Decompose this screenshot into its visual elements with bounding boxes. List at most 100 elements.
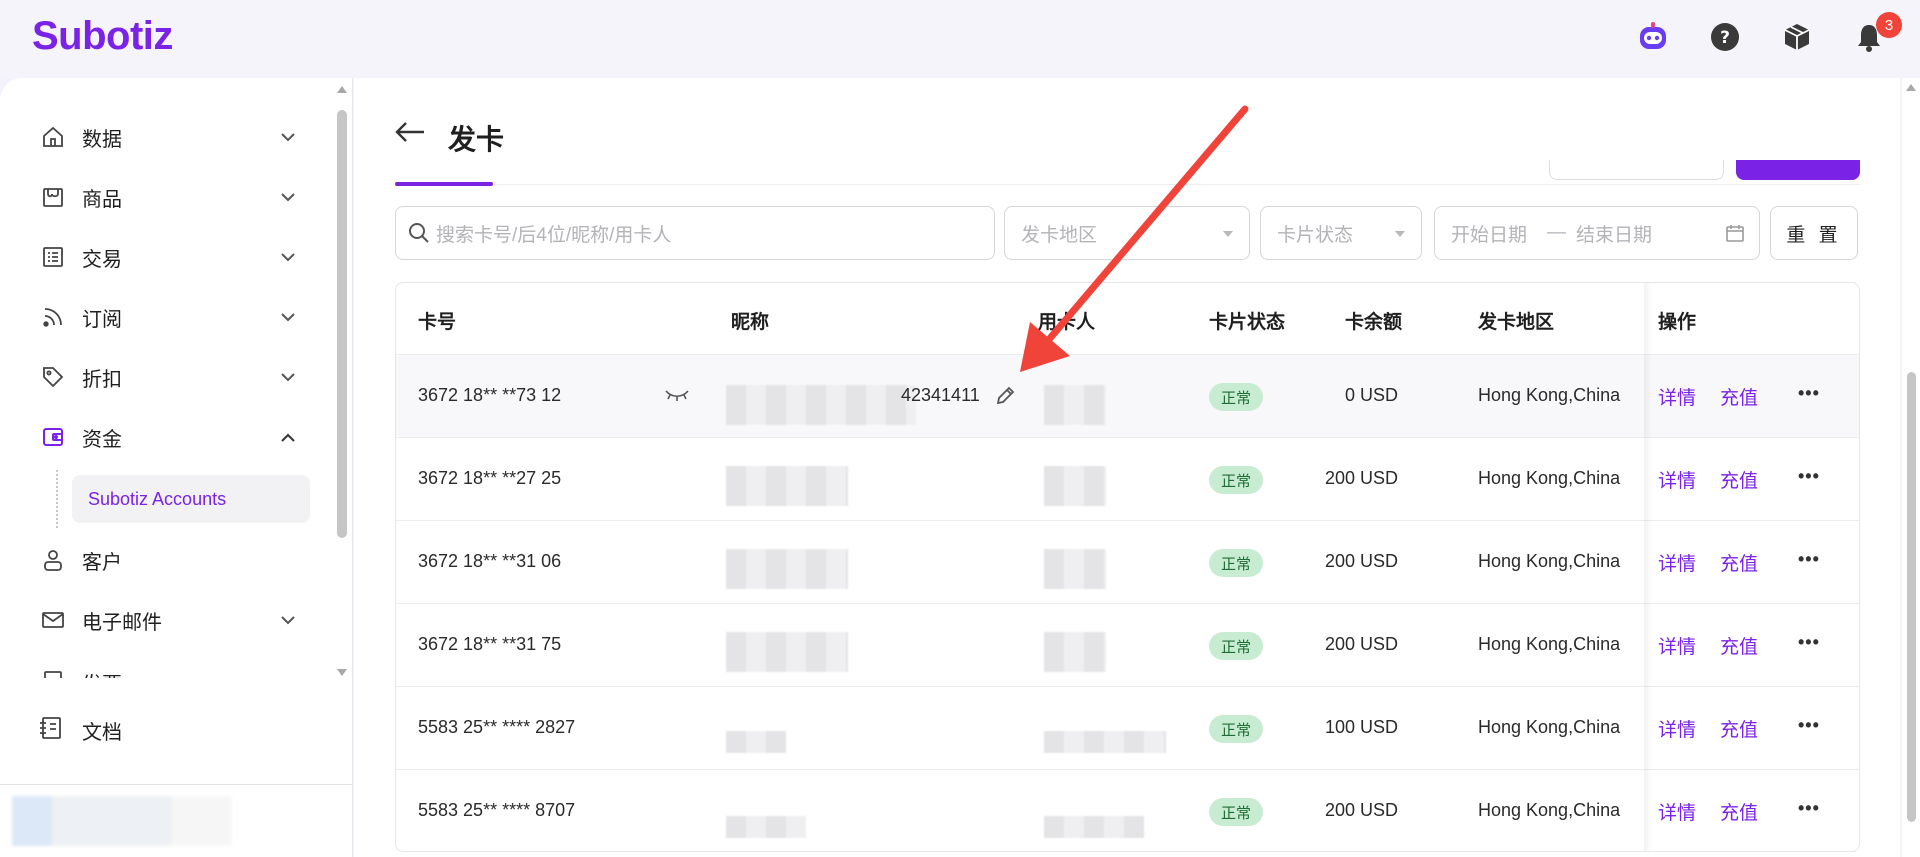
detail-link[interactable]: 详情 xyxy=(1658,798,1696,825)
scrollbar-thumb[interactable] xyxy=(1907,372,1916,822)
eye-off-icon[interactable] xyxy=(664,387,690,408)
blurred-nickname xyxy=(726,466,848,506)
back-arrow-icon[interactable] xyxy=(394,120,426,149)
recharge-link[interactable]: 充值 xyxy=(1720,715,1758,742)
more-icon[interactable]: ••• xyxy=(1798,715,1820,736)
table-header: 卡号 昵称 用卡人 卡片状态 卡余额 发卡地区 操作 xyxy=(396,283,1859,355)
tree-line xyxy=(56,470,58,528)
store-icon xyxy=(38,182,68,212)
status-badge: 正常 xyxy=(1209,549,1263,577)
sidebar-item-customers[interactable]: 客户 xyxy=(38,540,298,580)
header-secondary-button[interactable] xyxy=(1549,160,1724,180)
recharge-link[interactable]: 充值 xyxy=(1720,549,1758,576)
more-icon[interactable]: ••• xyxy=(1798,798,1820,819)
table-row[interactable]: 5583 25** **** 8707 正常 200 USD Hong Kong… xyxy=(396,770,1859,851)
header-nickname: 昵称 xyxy=(731,312,770,333)
sidebar-item-products[interactable]: 商品 xyxy=(38,177,298,217)
region-select[interactable]: 发卡地区 xyxy=(1004,206,1250,260)
chevron-down-icon xyxy=(278,307,298,327)
header-balance: 卡余额 xyxy=(1345,312,1403,333)
page-scrollbar[interactable] xyxy=(1902,78,1920,857)
sidebar-item-transactions[interactable]: 交易 xyxy=(38,237,298,277)
region: Hong Kong,China xyxy=(1478,717,1621,737)
nickname-tail: 42341411 xyxy=(901,385,980,405)
sidebar-item-subscriptions[interactable]: 订阅 xyxy=(38,297,298,337)
sidebar-item-subotiz-accounts[interactable]: Subotiz Accounts xyxy=(72,475,310,523)
end-date-input[interactable]: 结束日期 xyxy=(1576,220,1652,247)
sidebar-nav: 数据 商品 交易 订阅 折扣 资金 Subotiz Accounts 客户 电子… xyxy=(0,78,332,678)
header-region: 发卡地区 xyxy=(1478,312,1555,333)
detail-link[interactable]: 详情 xyxy=(1658,466,1696,493)
chevron-down-icon xyxy=(278,247,298,267)
svg-text:?: ? xyxy=(1720,28,1730,48)
sidebar-item-email[interactable]: 电子邮件 xyxy=(38,600,298,640)
main-content: 发卡 搜索卡号/后4位/昵称/用卡人 发卡地区 卡片状态 开始日期 — 结束日期… xyxy=(354,78,1900,857)
bot-icon[interactable] xyxy=(1636,20,1670,54)
sidebar-item-discounts[interactable]: 折扣 xyxy=(38,357,298,397)
region: Hong Kong,China xyxy=(1478,800,1621,820)
table-row[interactable]: 3672 18** **31 06 正常 200 USD Hong Kong,C… xyxy=(396,521,1859,604)
help-icon[interactable]: ? xyxy=(1708,20,1742,54)
balance: 200 USD xyxy=(1324,551,1398,571)
package-icon[interactable] xyxy=(1780,20,1814,54)
more-icon[interactable]: ••• xyxy=(1798,632,1820,653)
rss-icon xyxy=(38,302,68,332)
more-icon[interactable]: ••• xyxy=(1798,466,1820,487)
search-icon xyxy=(408,222,430,244)
detail-link[interactable]: 详情 xyxy=(1658,715,1696,742)
status-badge: 正常 xyxy=(1209,798,1263,826)
status-badge: 正常 xyxy=(1209,715,1263,743)
table-row[interactable]: 5583 25** **** 2827 正常 100 USD Hong Kong… xyxy=(396,687,1859,770)
card-number: 5583 25** **** 8707 xyxy=(418,800,576,820)
chevron-down-icon xyxy=(278,672,298,678)
more-icon[interactable]: ••• xyxy=(1798,549,1820,570)
start-date-input[interactable]: 开始日期 xyxy=(1451,220,1527,247)
home-icon xyxy=(38,122,68,152)
sidebar-item-invoices[interactable]: 发票 xyxy=(38,662,298,678)
blurred-holder xyxy=(1044,549,1106,589)
scrollbar-thumb[interactable] xyxy=(337,110,347,538)
reset-button[interactable]: 重 置 xyxy=(1770,206,1858,260)
recharge-link[interactable]: 充值 xyxy=(1720,383,1758,410)
recharge-link[interactable]: 充值 xyxy=(1720,466,1758,493)
table-row[interactable]: 3672 18** **73 12 42341411 正常 0 USD Hong… xyxy=(396,355,1859,438)
sidebar-scrollbar[interactable] xyxy=(334,84,350,684)
invoice-icon xyxy=(38,667,68,678)
detail-link[interactable]: 详情 xyxy=(1658,549,1696,576)
recharge-link[interactable]: 充值 xyxy=(1720,798,1758,825)
region: Hong Kong,China xyxy=(1478,634,1621,654)
docs-label: 文档 xyxy=(82,721,122,744)
table-row[interactable]: 3672 18** **27 25 正常 200 USD Hong Kong,C… xyxy=(396,438,1859,521)
date-range-picker[interactable]: 开始日期 — 结束日期 xyxy=(1434,206,1760,260)
detail-link[interactable]: 详情 xyxy=(1658,383,1696,410)
calendar-icon xyxy=(1725,223,1745,243)
sidebar-item-label: 资金 xyxy=(82,428,122,451)
detail-link[interactable]: 详情 xyxy=(1658,632,1696,659)
mail-icon xyxy=(38,605,68,635)
sidebar-item-funds[interactable]: 资金 xyxy=(38,417,298,457)
more-icon[interactable]: ••• xyxy=(1798,383,1820,404)
sidebar-item-label: 发票 xyxy=(82,668,122,679)
sidebar-item-label: 交易 xyxy=(82,248,122,271)
logo[interactable]: Subotiz xyxy=(32,14,173,59)
date-separator: — xyxy=(1547,222,1567,243)
avatar[interactable] xyxy=(12,796,232,846)
region: Hong Kong,China xyxy=(1478,385,1621,405)
blurred-nickname xyxy=(726,632,848,672)
cards-table: 卡号 昵称 用卡人 卡片状态 卡余额 发卡地区 操作 3672 18** **7… xyxy=(395,282,1860,852)
blurred-nickname xyxy=(726,385,916,425)
balance: 0 USD xyxy=(1344,385,1398,405)
status-select[interactable]: 卡片状态 xyxy=(1260,206,1422,260)
card-number: 3672 18** **31 75 xyxy=(418,634,562,654)
top-bar: Subotiz ? 3 xyxy=(0,0,1920,78)
edit-icon[interactable] xyxy=(994,385,1016,412)
page-title: 发卡 xyxy=(448,124,505,155)
notification-badge: 3 xyxy=(1876,12,1902,38)
sidebar-item-data[interactable]: 数据 xyxy=(38,117,298,157)
header-primary-button[interactable] xyxy=(1736,160,1860,180)
recharge-link[interactable]: 充值 xyxy=(1720,632,1758,659)
table-row[interactable]: 3672 18** **31 75 正常 200 USD Hong Kong,C… xyxy=(396,604,1859,687)
search-input[interactable]: 搜索卡号/后4位/昵称/用卡人 xyxy=(395,206,995,260)
sidebar-item-docs[interactable]: 文档 xyxy=(38,710,122,750)
blurred-holder xyxy=(1044,466,1106,506)
